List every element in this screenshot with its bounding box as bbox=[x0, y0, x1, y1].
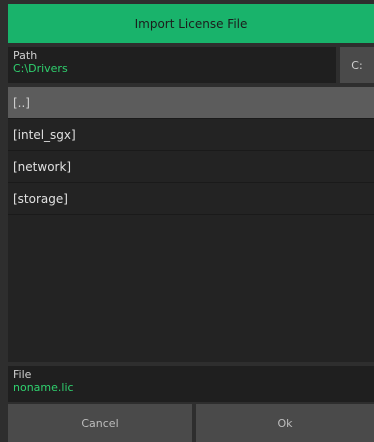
path-caption: Path bbox=[13, 49, 38, 62]
path-field[interactable]: Path C:\Drivers bbox=[8, 47, 336, 83]
dialog-title: Import License File bbox=[8, 4, 374, 43]
path-value: C:\Drivers bbox=[13, 62, 68, 75]
list-item-storage[interactable]: [storage] bbox=[8, 183, 374, 215]
file-field[interactable]: File noname.lic bbox=[8, 366, 374, 402]
dialog-buttons: Cancel Ok bbox=[8, 404, 374, 442]
file-list[interactable]: [..] [intel_sgx] [network] [storage] bbox=[8, 87, 374, 362]
path-row: Path C:\Drivers C: bbox=[8, 47, 374, 83]
ok-button[interactable]: Ok bbox=[196, 404, 374, 442]
cancel-button[interactable]: Cancel bbox=[8, 404, 192, 442]
file-caption: File bbox=[13, 368, 32, 381]
list-item-parent-dir[interactable]: [..] bbox=[8, 87, 374, 119]
import-license-dialog: Import License File Path C:\Drivers C: [… bbox=[0, 0, 374, 442]
list-item-intel-sgx[interactable]: [intel_sgx] bbox=[8, 119, 374, 151]
file-value: noname.lic bbox=[13, 381, 74, 394]
drive-select-button[interactable]: C: bbox=[340, 47, 374, 83]
list-item-network[interactable]: [network] bbox=[8, 151, 374, 183]
